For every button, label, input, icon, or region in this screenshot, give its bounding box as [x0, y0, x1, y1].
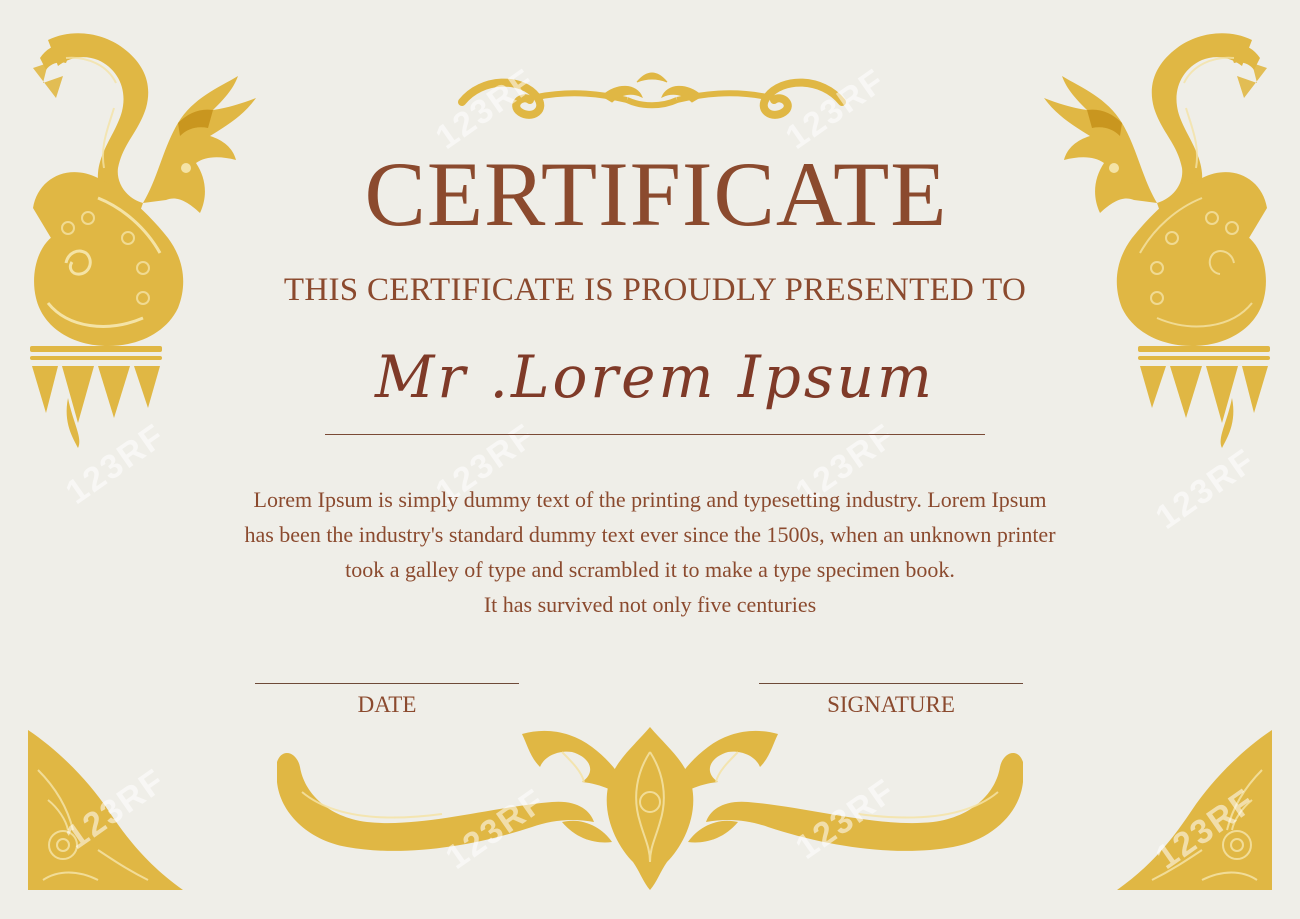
- recipient-name: Mr .Lorem Ipsum: [374, 343, 936, 411]
- body-line: took a galley of type and scrambled it t…: [345, 557, 955, 582]
- body-line: Lorem Ipsum is simply dummy text of the …: [253, 487, 1047, 512]
- certificate-page: 123RF 123RF 123RF 123RF 123RF 123RF 123R…: [0, 0, 1300, 919]
- recipient-block: Mr .Lorem Ipsum: [325, 336, 985, 436]
- signature-label: SIGNATURE: [827, 692, 955, 717]
- certificate-title: CERTIFICATE: [364, 143, 948, 245]
- signature-block: SIGNATURE: [759, 683, 1023, 718]
- signature-line: [759, 683, 1023, 684]
- recipient-underline: [325, 434, 985, 435]
- body-line: has been the industry's standard dummy t…: [244, 522, 1056, 547]
- bottom-flourish-ornament: [277, 727, 1023, 890]
- certificate-subtitle: THIS CERTIFICATE IS PROUDLY PRESENTED TO: [283, 272, 1027, 308]
- date-line: [255, 683, 519, 684]
- body-line: It has survived not only five centuries: [483, 592, 817, 617]
- watermark-text: 123RF: [1148, 441, 1263, 537]
- date-block: DATE: [255, 683, 519, 718]
- date-label: DATE: [357, 692, 417, 717]
- certificate-body-text: Lorem Ipsum is simply dummy text of the …: [150, 482, 1150, 622]
